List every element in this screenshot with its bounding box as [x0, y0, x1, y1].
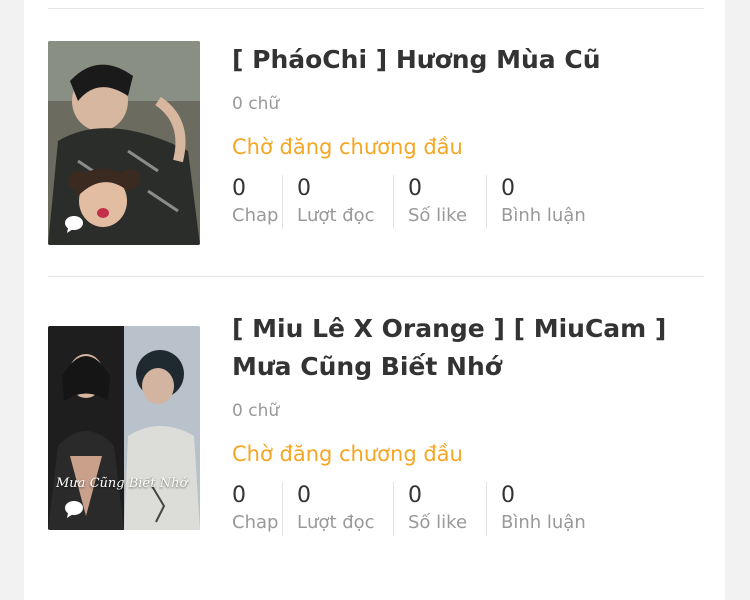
stat-comments: 0 Bình luận	[501, 175, 601, 229]
stat-value: 0	[297, 483, 311, 508]
story-status: Chờ đăng chương đầu	[232, 442, 463, 466]
stat-value: 0	[232, 176, 246, 201]
stat-likes: 0 Số like	[408, 482, 487, 536]
story-cover-image[interactable]	[48, 41, 200, 245]
stat-label: Bình luận	[501, 205, 586, 226]
story-title[interactable]: [ Miu Lê X Orange ] [ MiuCam ] Mưa Cũng …	[232, 310, 702, 386]
stat-label: Chap	[232, 205, 279, 226]
stat-reads: 0 Lượt đọc	[297, 175, 394, 229]
story-stats: 0 Chap 0 Lượt đọc 0 Số like 0 Bình luận	[232, 175, 702, 229]
stat-value: 0	[501, 176, 515, 201]
stat-value: 0	[408, 176, 422, 201]
stat-label: Lượt đọc	[297, 205, 375, 226]
stat-chapters: 0 Chap	[232, 175, 283, 229]
story-info: [ Miu Lê X Orange ] [ MiuCam ] Mưa Cũng …	[232, 310, 702, 536]
stat-value: 0	[232, 483, 246, 508]
stat-label: Số like	[408, 512, 468, 533]
stat-label: Số like	[408, 205, 468, 226]
stat-value: 0	[408, 483, 422, 508]
stat-label: Chap	[232, 512, 279, 533]
story-cover-image[interactable]: Mưa Cũng Biết Nhớ	[48, 326, 200, 530]
stat-value: 0	[501, 483, 515, 508]
word-count: 0 chữ	[232, 401, 280, 421]
stat-likes: 0 Số like	[408, 175, 487, 229]
story-title[interactable]: [ PháoChi ] Hương Mùa Cũ	[232, 41, 702, 79]
word-count: 0 chữ	[232, 94, 280, 114]
comment-icon	[65, 501, 83, 518]
comment-icon	[65, 216, 83, 233]
divider	[48, 8, 704, 9]
stat-label: Lượt đọc	[297, 512, 375, 533]
stat-reads: 0 Lượt đọc	[297, 482, 394, 536]
divider	[48, 276, 704, 277]
stat-comments: 0 Bình luận	[501, 482, 601, 536]
stat-chapters: 0 Chap	[232, 482, 283, 536]
story-status: Chờ đăng chương đầu	[232, 135, 463, 159]
story-list: [ PháoChi ] Hương Mùa Cũ 0 chữ Chờ đăng …	[24, 0, 725, 600]
stat-value: 0	[297, 176, 311, 201]
cover-caption: Mưa Cũng Biết Nhớ	[56, 476, 188, 491]
story-stats: 0 Chap 0 Lượt đọc 0 Số like 0 Bình luận	[232, 482, 702, 536]
story-info: [ PháoChi ] Hương Mùa Cũ 0 chữ Chờ đăng …	[232, 41, 702, 229]
stat-label: Bình luận	[501, 512, 586, 533]
